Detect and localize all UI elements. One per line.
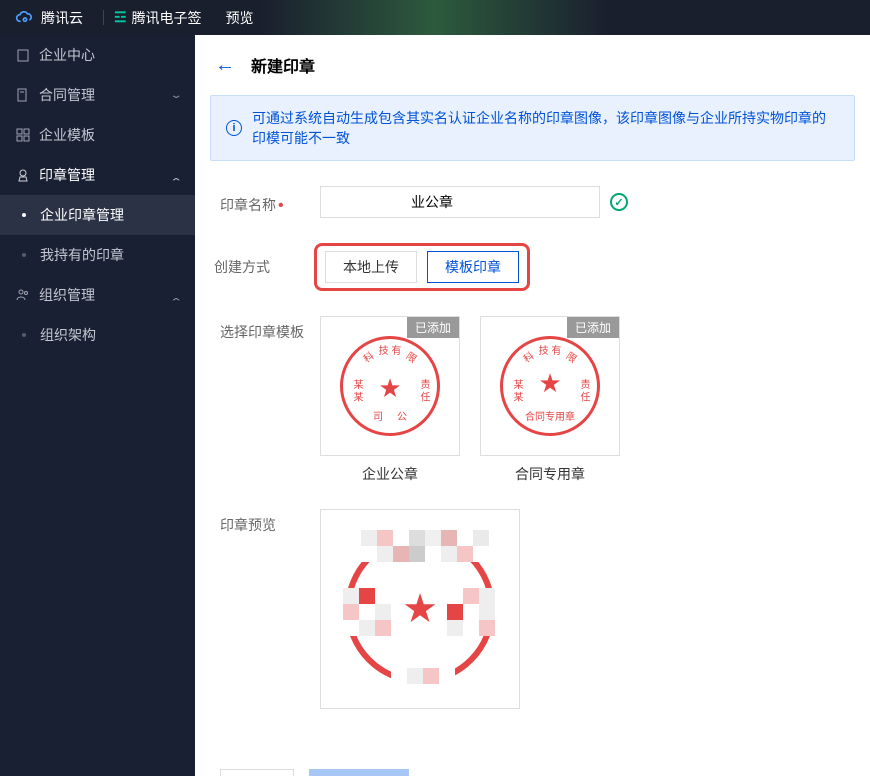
redaction-mosaic [343,588,391,636]
method-segment-group-highlight: 本地上传 模板印章 [314,243,530,291]
added-badge: 已添加 [567,317,619,338]
template-card[interactable]: 已添加 科技 有限 某 某责 任 合同专用章 ★ [480,316,620,456]
label-create-method: 创建方式 [214,257,314,277]
page-header: ← 新建印章 [195,35,870,95]
sidebar: 企业中心 合同管理 ⌄ 企业模板 印章管理 ⌄ 企业印章管理 我持有的印章 组织… [0,35,195,776]
template-card[interactable]: 已添加 科技 有限 某 某责 任 司 公 ★ [320,316,460,456]
cloud-logo-icon [15,11,35,25]
redaction-mosaic [447,588,495,636]
chevron-up-icon: ⌄ [169,175,182,186]
brand-tencent-cloud: 腾讯云 [41,8,83,28]
brand-esign: 腾讯电子签 [132,8,202,28]
template-caption: 合同专用章 [480,464,620,484]
back-arrow-icon[interactable]: ← [215,54,235,77]
template-caption: 企业公章 [320,464,460,484]
star-icon: ★ [402,586,438,632]
sidebar-sub-org-structure[interactable]: 组织架构 [0,315,195,355]
page-title: 新建印章 [251,53,315,77]
chevron-up-icon: ⌄ [169,295,182,306]
template-item-company-seal: 已添加 科技 有限 某 某责 任 司 公 ★ 企业公章 [320,316,460,484]
label-preview: 印章预览 [220,509,320,535]
sidebar-item-enterprise-template[interactable]: 企业模板 [0,115,195,155]
stamp-preview-icon: 科技 有限 某 某责 任 合同专用章 ★ [500,336,600,436]
sidebar-sub-my-seals[interactable]: 我持有的印章 [0,235,195,275]
app-header: 腾讯云 ☲ 腾讯电子签 预览 [0,0,870,35]
valid-check-icon: ✓ [610,193,628,211]
chevron-down-icon: ⌄ [169,90,182,101]
sidebar-item-seal-mgmt[interactable]: 印章管理 ⌄ [0,155,195,195]
row-preview: 印章预览 ★ [220,509,845,709]
preview-mode-label[interactable]: 预览 [226,8,254,28]
stamp-preview-icon: 科技 有限 某 某责 任 司 公 ★ [340,336,440,436]
sidebar-item-org-mgmt[interactable]: 组织管理 ⌄ [0,275,195,315]
sidebar-item-label: 合同管理 [39,85,172,105]
bullet-icon [22,213,26,217]
sidebar-sub-label: 我持有的印章 [40,245,124,265]
header-divider [103,10,104,25]
sidebar-item-enterprise-center[interactable]: 企业中心 [0,35,195,75]
info-icon: i [226,120,242,136]
added-badge: 已添加 [407,317,459,338]
star-icon: ★ [538,368,561,399]
sidebar-item-label: 印章管理 [39,165,172,185]
label-select-template: 选择印章模板 [220,316,320,342]
seal-icon [15,167,31,183]
building-icon [15,47,31,63]
seal-name-input[interactable] [320,186,600,218]
info-text: 可通过系统自动生成包含其实名认证企业名称的印章图像，该印章图像与企业所持实物印章… [252,108,839,148]
method-template-seal[interactable]: 模板印章 [427,251,519,283]
sidebar-sub-label: 组织架构 [40,325,96,345]
sidebar-item-contract-mgmt[interactable]: 合同管理 ⌄ [0,75,195,115]
method-local-upload[interactable]: 本地上传 [325,251,417,283]
sidebar-sub-label: 企业印章管理 [40,205,124,225]
seal-preview-box: ★ [320,509,520,709]
sidebar-sub-enterprise-seal[interactable]: 企业印章管理 [0,195,195,235]
cancel-button[interactable]: 取消 [220,769,294,776]
sidebar-item-label: 组织管理 [39,285,172,305]
seal-preview-image: ★ [345,534,495,684]
template-item-contract-seal: 已添加 科技 有限 某 某责 任 合同专用章 ★ 合同专用章 [480,316,620,484]
template-list: 已添加 科技 有限 某 某责 任 司 公 ★ 企业公章 [320,316,620,484]
submit-review-button[interactable]: 提交审核 [309,769,409,776]
info-banner: i 可通过系统自动生成包含其实名认证企业名称的印章图像，该印章图像与企业所持实物… [210,95,855,161]
users-icon [15,287,31,303]
bullet-icon [22,333,26,337]
main-panel: ← 新建印章 i 可通过系统自动生成包含其实名认证企业名称的印章图像，该印章图像… [195,35,870,776]
row-select-template: 选择印章模板 已添加 科技 有限 某 某责 任 司 公 ★ [220,316,845,484]
esign-logo-icon: ☲ [114,9,127,26]
bullet-icon [22,253,26,257]
grid-icon [15,127,31,143]
label-seal-name: 印章名称• [220,189,320,215]
row-seal-name: 印章名称• ✓ [220,186,845,218]
star-icon: ★ [378,373,401,404]
redaction-mosaic [391,668,455,684]
sidebar-item-label: 企业中心 [39,45,180,65]
document-icon [15,87,31,103]
footer-actions: 取消 提交审核 [195,754,870,776]
row-create-method: 创建方式 本地上传 模板印章 [220,243,845,291]
redaction-mosaic [361,530,491,562]
sidebar-item-label: 企业模板 [39,125,180,145]
